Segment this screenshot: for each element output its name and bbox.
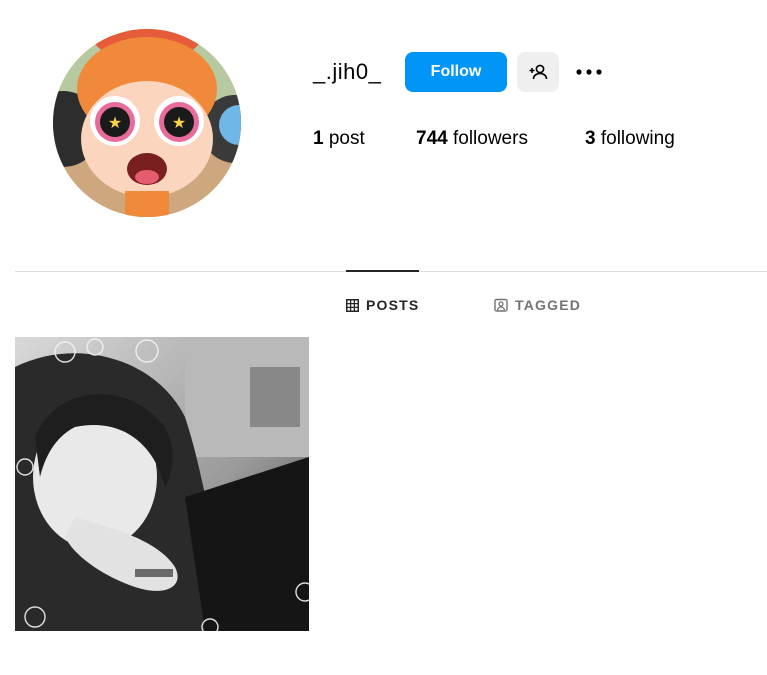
active-tab-indicator xyxy=(346,270,419,272)
cartoon-avatar-image: ★ ★ xyxy=(53,29,241,217)
following-link[interactable]: 3 following xyxy=(585,128,675,150)
grid-icon xyxy=(346,298,359,312)
username: _.jih0_ xyxy=(313,59,382,84)
followers-link[interactable]: 744 followers xyxy=(416,128,528,150)
tab-tagged-label: TAGGED xyxy=(515,297,582,313)
avatar[interactable]: ★ ★ xyxy=(53,29,241,217)
posts-count-value: 1 xyxy=(313,128,324,149)
followers-count-value: 744 xyxy=(416,128,448,149)
tag-person-icon xyxy=(494,298,508,312)
post-image xyxy=(15,337,309,631)
following-count-label: following xyxy=(600,128,675,149)
following-count-value: 3 xyxy=(585,128,596,149)
suggested-accounts-button[interactable] xyxy=(517,52,559,92)
svg-text:★: ★ xyxy=(108,113,122,132)
posts-count-label: post xyxy=(328,128,365,149)
svg-text:★: ★ xyxy=(172,113,186,132)
tab-posts-label: POSTS xyxy=(366,297,420,313)
add-person-icon xyxy=(528,62,548,82)
more-options-button[interactable] xyxy=(573,56,605,88)
posts-count: 1 post xyxy=(313,128,365,150)
more-horizontal-icon xyxy=(574,67,604,77)
followers-count-label: followers xyxy=(452,128,528,149)
post-thumbnail[interactable] xyxy=(15,337,309,631)
follow-button[interactable]: Follow xyxy=(405,52,507,92)
tab-posts[interactable]: POSTS xyxy=(346,296,419,314)
tab-tagged[interactable]: TAGGED xyxy=(494,296,581,314)
